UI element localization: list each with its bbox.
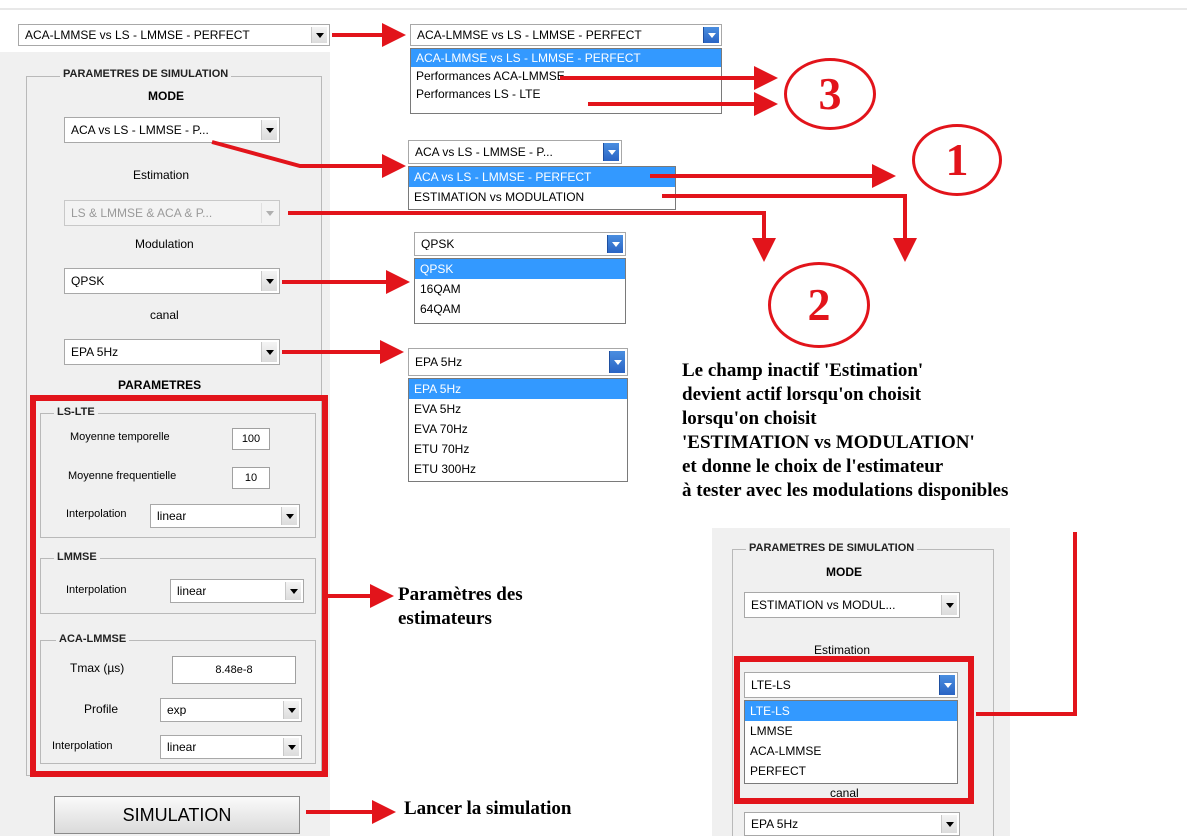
marker-circle-2: 2 bbox=[768, 262, 870, 348]
option-performances-ls-lte[interactable]: Performances LS - LTE bbox=[411, 85, 721, 103]
estimation-note-line-4: 'ESTIMATION vs MODULATION' bbox=[682, 432, 975, 453]
estimation-note-line-1: Le champ inactif 'Estimation' bbox=[682, 360, 924, 381]
option-eva-5hz[interactable]: EVA 5Hz bbox=[409, 399, 627, 419]
mode-label: MODE bbox=[148, 89, 184, 103]
option-64qam[interactable]: 64QAM bbox=[415, 299, 625, 319]
canal-label: canal bbox=[150, 308, 179, 322]
chevron-down-icon bbox=[703, 27, 719, 43]
estimation-select-value: LS & LMMSE & ACA & P... bbox=[71, 207, 213, 219]
estimation-label: Estimation bbox=[133, 168, 190, 182]
right-canal-value: EPA 5Hz bbox=[751, 818, 799, 830]
modulation-dropdown[interactable]: QPSK bbox=[414, 232, 626, 256]
option-estimation-vs-modulation[interactable]: ESTIMATION vs MODULATION bbox=[409, 187, 675, 207]
option-aca-lmmse-vs-ls[interactable]: ACA-LMMSE vs LS - LMMSE - PERFECT bbox=[411, 49, 721, 67]
modulation-dropdown-list: QPSK 16QAM 64QAM bbox=[414, 258, 626, 324]
scenario-dropdown-list: ACA-LMMSE vs LS - LMMSE - PERFECT Perfor… bbox=[410, 48, 722, 114]
marker-circle-3: 3 bbox=[784, 58, 876, 130]
mode-dropdown-value: ACA vs LS - LMMSE - P... bbox=[415, 146, 553, 158]
estimation-note-line-5: et donne le choix de l'estimateur bbox=[682, 456, 944, 477]
scenario-dropdown-value: ACA-LMMSE vs LS - LMMSE - PERFECT bbox=[417, 29, 642, 41]
option-16qam[interactable]: 16QAM bbox=[415, 279, 625, 299]
chevron-down-icon bbox=[941, 815, 957, 833]
chevron-down-icon bbox=[607, 235, 623, 253]
option-etu-300hz[interactable]: ETU 300Hz bbox=[409, 459, 627, 479]
mode-dropdown-list: ACA vs LS - LMMSE - PERFECT ESTIMATION v… bbox=[408, 166, 676, 210]
canal-select-value: EPA 5Hz bbox=[71, 346, 119, 358]
chevron-down-icon bbox=[261, 271, 277, 291]
launch-note: Lancer la simulation bbox=[404, 798, 572, 819]
canal-dropdown-value: EPA 5Hz bbox=[415, 356, 463, 368]
option-aca-vs-ls-perfect[interactable]: ACA vs LS - LMMSE - PERFECT bbox=[409, 167, 675, 187]
simulation-button[interactable]: SIMULATION bbox=[54, 796, 300, 834]
right-canal-select[interactable]: EPA 5Hz bbox=[744, 812, 960, 836]
chevron-down-icon bbox=[261, 342, 277, 362]
chevron-down-icon bbox=[609, 351, 625, 373]
chevron-down-icon bbox=[603, 143, 619, 161]
option-etu-70hz[interactable]: ETU 70Hz bbox=[409, 439, 627, 459]
estimators-note-line-1: Paramètres des bbox=[398, 584, 523, 605]
mode-select[interactable]: ACA vs LS - LMMSE - P... bbox=[64, 117, 280, 143]
estimation-note-line-6: à tester avec les modulations disponible… bbox=[682, 480, 1009, 501]
right-mode-value: ESTIMATION vs MODUL... bbox=[751, 599, 896, 611]
canal-dropdown[interactable]: EPA 5Hz bbox=[408, 348, 628, 376]
canal-dropdown-list: EPA 5Hz EVA 5Hz EVA 70Hz ETU 70Hz ETU 30… bbox=[408, 378, 628, 482]
marker-circle-1: 1 bbox=[912, 124, 1002, 196]
modulation-select-value: QPSK bbox=[71, 275, 105, 287]
chevron-down-icon bbox=[261, 203, 277, 223]
estimators-highlight-box bbox=[30, 395, 328, 777]
right-mode-select[interactable]: ESTIMATION vs MODUL... bbox=[744, 592, 960, 618]
option-epa-5hz[interactable]: EPA 5Hz bbox=[409, 379, 627, 399]
option-eva-70hz[interactable]: EVA 70Hz bbox=[409, 419, 627, 439]
estimation-select: LS & LMMSE & ACA & P... bbox=[64, 200, 280, 226]
arrow-mode-option-2 bbox=[662, 194, 917, 262]
chevron-down-icon bbox=[311, 27, 327, 43]
estimation-note-line-3: lorsqu'on choisit bbox=[682, 408, 817, 429]
modulation-select[interactable]: QPSK bbox=[64, 268, 280, 294]
modulation-label: Modulation bbox=[135, 237, 194, 251]
top-divider bbox=[0, 8, 1187, 10]
right-simulation-title: PARAMETRES DE SIMULATION bbox=[746, 542, 918, 554]
scenario-select-value: ACA-LMMSE vs LS - LMMSE - PERFECT bbox=[25, 29, 250, 41]
chevron-down-icon bbox=[261, 120, 277, 140]
estimation-note-line-2: devient actif lorsqu'on choisit bbox=[682, 384, 922, 405]
mode-dropdown[interactable]: ACA vs LS - LMMSE - P... bbox=[408, 140, 622, 164]
mode-select-value: ACA vs LS - LMMSE - P... bbox=[71, 124, 209, 136]
scenario-dropdown[interactable]: ACA-LMMSE vs LS - LMMSE - PERFECT bbox=[410, 24, 722, 46]
right-mode-label: MODE bbox=[826, 565, 862, 579]
modulation-dropdown-value: QPSK bbox=[421, 238, 455, 250]
chevron-down-icon bbox=[941, 595, 957, 615]
right-estimation-label: Estimation bbox=[814, 643, 871, 657]
estimation-highlight-box bbox=[734, 656, 974, 804]
parametres-label: PARAMETRES bbox=[118, 378, 202, 392]
simulation-parameters-title: PARAMETRES DE SIMULATION bbox=[60, 68, 232, 80]
estimators-note-line-2: estimateurs bbox=[398, 608, 492, 629]
option-qpsk[interactable]: QPSK bbox=[415, 259, 625, 279]
scenario-select[interactable]: ACA-LMMSE vs LS - LMMSE - PERFECT bbox=[18, 24, 330, 46]
option-performances-aca-lmmse[interactable]: Performances ACA-LMMSE bbox=[411, 67, 721, 85]
canal-select[interactable]: EPA 5Hz bbox=[64, 339, 280, 365]
